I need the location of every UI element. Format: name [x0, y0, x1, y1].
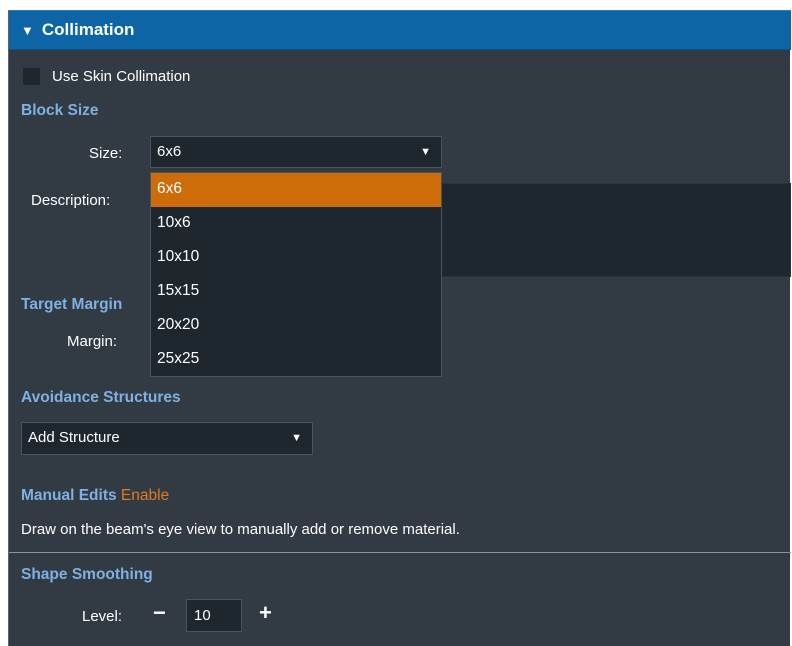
- size-option-10x6[interactable]: 10x6: [151, 207, 441, 241]
- size-select[interactable]: 6x6 ▼: [150, 136, 442, 168]
- enable-link[interactable]: Enable: [121, 487, 169, 504]
- size-dropdown-list: 6x6 10x6 10x10 15x15 20x20 25x25: [150, 172, 442, 377]
- skin-collimation-label[interactable]: Use Skin Collimation: [52, 68, 190, 85]
- size-option-10x10[interactable]: 10x10: [151, 241, 441, 275]
- size-option-6x6[interactable]: 6x6: [151, 173, 441, 207]
- dropdown-arrow-icon: ▼: [420, 146, 431, 158]
- manual-edits-title: Manual Edits: [21, 487, 117, 504]
- plus-icon[interactable]: +: [259, 600, 272, 626]
- target-margin-heading: Target Margin: [21, 296, 123, 313]
- size-option-15x15[interactable]: 15x15: [151, 275, 441, 309]
- collapse-triangle-icon[interactable]: ▼: [21, 23, 34, 38]
- dropdown-arrow-icon: ▼: [291, 432, 302, 444]
- size-label: Size:: [89, 145, 123, 162]
- margin-label: Margin:: [67, 333, 118, 350]
- shape-smoothing-heading: Shape Smoothing: [21, 566, 153, 583]
- collimation-header[interactable]: ▼ Collimation: [9, 10, 791, 50]
- collimation-panel: ▼ Collimation Use Skin Collimation Block …: [8, 10, 791, 646]
- block-size-heading: Block Size: [21, 102, 99, 119]
- manual-edits-help: Draw on the beam's eye view to manually …: [21, 521, 460, 538]
- collimation-title: Collimation: [41, 20, 135, 39]
- level-input[interactable]: 10: [186, 599, 242, 632]
- minus-icon[interactable]: −: [153, 600, 166, 626]
- size-option-25x25[interactable]: 25x25: [151, 343, 441, 377]
- size-option-20x20[interactable]: 20x20: [151, 309, 441, 343]
- add-structure-select[interactable]: Add Structure ▼: [21, 422, 313, 455]
- section-divider: [9, 552, 791, 553]
- size-select-value: 6x6: [157, 143, 182, 160]
- manual-edits-heading: Manual Edits Enable: [21, 487, 169, 505]
- description-label: Description:: [31, 192, 111, 209]
- level-label: Level:: [82, 608, 123, 625]
- skin-collimation-checkbox[interactable]: [23, 68, 40, 85]
- add-structure-value: Add Structure: [28, 429, 120, 446]
- avoidance-structures-heading: Avoidance Structures: [21, 389, 181, 406]
